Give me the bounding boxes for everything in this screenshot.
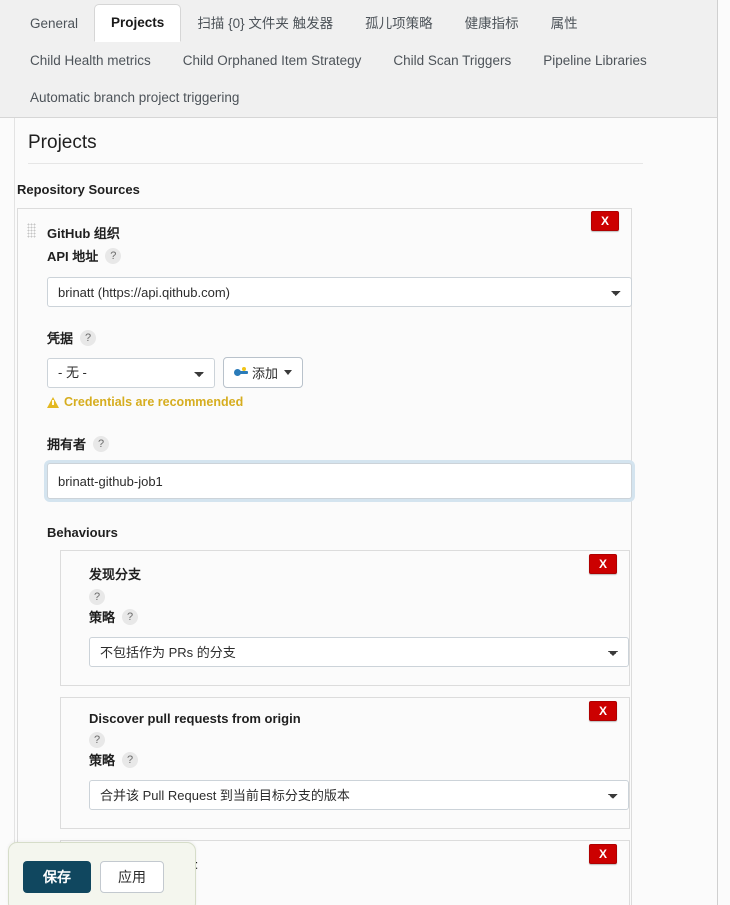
remove-source-button[interactable]: X (591, 211, 619, 231)
behaviour-strategy-label-text: 策略 (89, 753, 116, 768)
key-icon (234, 367, 249, 378)
behaviour-panel: X Discover pull requests from origin ? 策… (60, 697, 630, 829)
add-credentials-button[interactable]: 添加 (223, 357, 304, 388)
help-icon-api-url[interactable]: ? (105, 247, 122, 264)
credentials-row: - 无 - 添加 (47, 357, 617, 388)
tab-bar: General Projects 扫描 {0} 文件夹 触发器 孤儿项策略 健康… (0, 0, 718, 118)
tab-general[interactable]: General (14, 7, 94, 41)
save-button[interactable]: 保存 (23, 861, 91, 893)
behaviour-help-row: ? (89, 730, 615, 748)
tab-child-scan-triggers[interactable]: Child Scan Triggers (377, 53, 527, 68)
remove-behaviour-button[interactable]: X (589, 844, 617, 864)
repository-sources-label: Repository Sources (17, 182, 140, 197)
tab-child-orphaned-item-strategy[interactable]: Child Orphaned Item Strategy (167, 53, 378, 68)
behaviour-help-row: ? (89, 587, 615, 605)
floating-action-bar: 保存 应用 (8, 842, 196, 905)
behaviour-strategy-select[interactable]: 合并该 Pull Request 到当前目标分支的版本 (89, 780, 629, 810)
help-icon-behaviour[interactable]: ? (89, 732, 105, 748)
tab-pipeline-libraries[interactable]: Pipeline Libraries (527, 53, 663, 68)
tab-projects[interactable]: Projects (94, 4, 182, 42)
behaviour-panel: X 发现分支 ? 策略 ? 不包括作为 PRs 的分支 (60, 550, 630, 686)
add-credentials-label: 添加 (252, 366, 279, 381)
credentials-select[interactable]: - 无 - (47, 357, 215, 388)
content-inner: Projects Repository Sources X GitHub 组织 … (0, 118, 717, 905)
tab-row-primary: General Projects 扫描 {0} 文件夹 触发器 孤儿项策略 健康… (0, 0, 717, 42)
behaviour-strategy-label: 策略 ? (89, 750, 615, 769)
tab-row-secondary: Child Health metrics Child Orphaned Item… (0, 41, 717, 79)
chevron-down-icon (284, 370, 293, 375)
credentials-warning-text: Credentials are recommended (64, 395, 244, 409)
page-title: Projects (28, 132, 643, 164)
behaviour-name: Discover pull requests from origin (89, 711, 301, 726)
credentials-warning: Credentials are recommended (47, 395, 617, 409)
behaviour-name: 发现分支 (89, 567, 142, 582)
owner-label: 拥有者 ? (47, 434, 617, 453)
credentials-label: 凭据 ? (47, 328, 617, 347)
api-url-label-text: API 地址 (47, 249, 99, 264)
content-area: Projects Repository Sources X GitHub 组织 … (0, 118, 718, 905)
help-icon-owner[interactable]: ? (93, 435, 110, 452)
help-icon-strategy[interactable]: ? (122, 751, 139, 768)
remove-behaviour-button[interactable]: X (589, 701, 617, 721)
tab-scan-folder-triggers[interactable]: 扫描 {0} 文件夹 触发器 (181, 7, 349, 41)
left-divider (14, 118, 15, 905)
drag-handle-icon[interactable] (27, 223, 36, 238)
credentials-label-text: 凭据 (47, 331, 74, 346)
help-icon-behaviour[interactable]: ? (89, 589, 105, 605)
repository-source-panel: X GitHub 组织 API 地址 ? brinatt (https://ap… (17, 208, 632, 905)
api-url-label: API 地址 ? (47, 246, 617, 265)
source-title: GitHub 组织 (47, 226, 120, 241)
api-url-select[interactable]: brinatt (https://api.qithub.com) (47, 277, 632, 307)
apply-button[interactable]: 应用 (100, 861, 164, 893)
jenkins-config-page: General Projects 扫描 {0} 文件夹 触发器 孤儿项策略 健康… (0, 0, 730, 905)
owner-label-text: 拥有者 (47, 437, 87, 452)
tab-health-metrics[interactable]: 健康指标 (449, 7, 535, 41)
help-icon-strategy[interactable]: ? (122, 608, 139, 625)
help-icon-credentials[interactable]: ? (80, 329, 97, 346)
behaviour-strategy-label-text: 策略 (89, 610, 116, 625)
tab-properties[interactable]: 属性 (535, 7, 594, 41)
behaviour-strategy-label: 策略 ? (89, 607, 615, 626)
owner-input[interactable] (47, 463, 632, 499)
tab-child-health-metrics[interactable]: Child Health metrics (14, 53, 167, 68)
tab-row-tertiary: Automatic branch project triggering (0, 79, 717, 116)
remove-behaviour-button[interactable]: X (589, 554, 617, 574)
tab-automatic-branch-project-triggering[interactable]: Automatic branch project triggering (14, 90, 255, 105)
tab-orphaned-item-strategy[interactable]: 孤儿项策略 (349, 7, 449, 41)
behaviours-label: Behaviours (47, 525, 118, 540)
behaviour-strategy-select[interactable]: 不包括作为 PRs 的分支 (89, 637, 629, 667)
warning-triangle-icon (47, 396, 59, 408)
